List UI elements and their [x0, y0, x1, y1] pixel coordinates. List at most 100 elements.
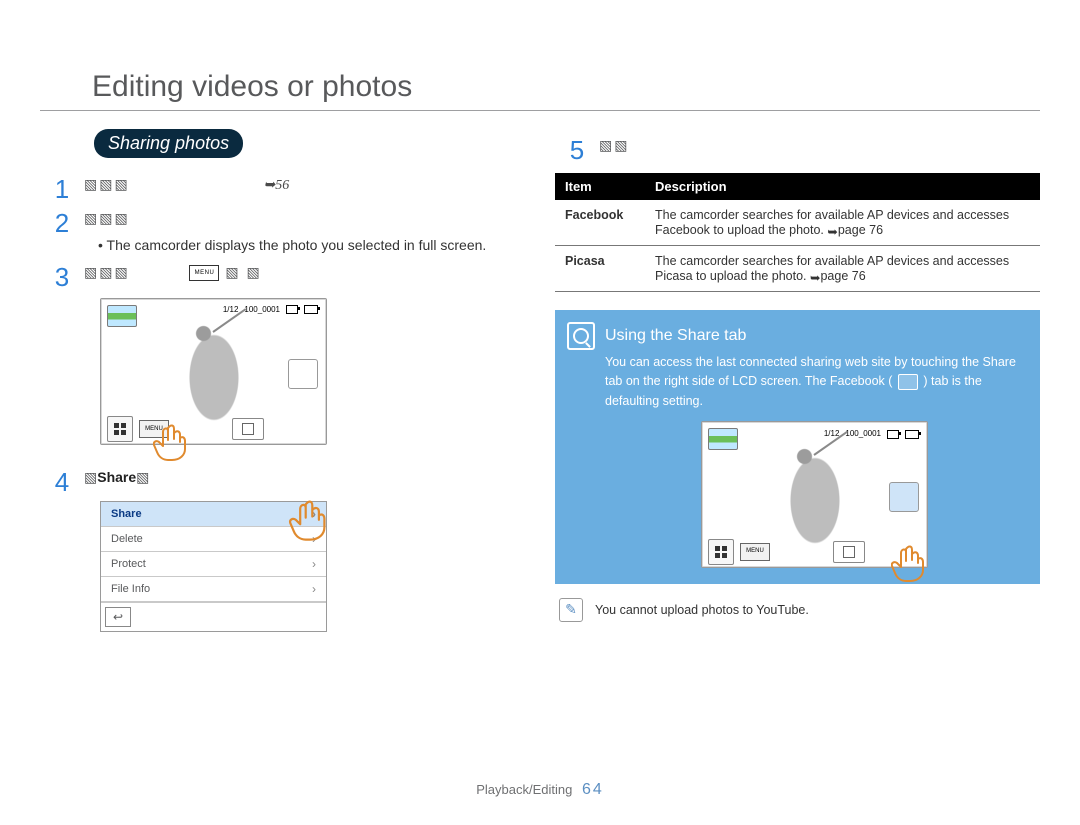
grid-icon: [715, 546, 727, 558]
section-pill: Sharing photos: [94, 129, 243, 158]
table-page-ref: page 76: [838, 223, 883, 237]
step-body: ▧▧▧ The camcorder displays the photo you…: [84, 208, 525, 256]
page-ref-num: 56: [275, 178, 289, 193]
right-column: 5 ▧▧ Item Description Facebook The: [555, 129, 1040, 632]
share-label: Share: [97, 469, 136, 485]
placeholder-text: ▧▧▧: [84, 264, 130, 280]
file-code: 100_0001: [845, 428, 881, 440]
menu-item-label: Protect: [111, 558, 146, 570]
camcorder-bottom-bar: MENU: [702, 537, 927, 567]
thumbnail-grid-button[interactable]: [107, 416, 133, 442]
placeholder-text: ▧: [136, 469, 149, 485]
step-number: 4: [40, 467, 84, 495]
step-number: 2: [40, 208, 84, 236]
chevron-right-icon: ›: [312, 557, 316, 571]
table-row: Facebook The camcorder searches for avai…: [555, 200, 1040, 246]
step-3: 3 ▧▧▧ MENU ▧ ▧: [40, 262, 525, 290]
menu-button[interactable]: MENU: [740, 543, 770, 561]
table-key: Picasa: [555, 246, 645, 292]
step-5: 5 ▧▧: [555, 135, 1040, 163]
info-box: Using the Share tab You can access the l…: [555, 310, 1040, 584]
camcorder-preview-2: 1/12 100_0001 MENU: [701, 421, 928, 568]
slideshow-button[interactable]: [833, 541, 865, 563]
footer-page-number: 64: [582, 781, 604, 798]
photo-counter: 1/12: [223, 305, 239, 314]
share-tab[interactable]: [889, 482, 919, 512]
page-title: Editing videos or photos: [92, 70, 1040, 104]
share-tab[interactable]: [288, 359, 318, 389]
menu-item-share[interactable]: Share ›: [101, 502, 326, 527]
menu-item-label: File Info: [111, 583, 150, 595]
share-destination-table: Item Description Facebook The camcorder …: [555, 173, 1040, 292]
thumbnail-grid-button[interactable]: [708, 539, 734, 565]
page-ref-arrow-icon: ➥: [263, 178, 275, 193]
camcorder-preview-1: 1/12 100_0001 MENU: [100, 298, 327, 445]
step-4: 4 ▧Share▧: [40, 467, 525, 495]
memory-card-icon: [887, 430, 899, 439]
chevron-right-icon: ›: [312, 582, 316, 596]
step-bullet: The camcorder displays the photo you sel…: [98, 235, 525, 256]
note-text: You cannot upload photos to YouTube.: [595, 603, 809, 617]
gallery-back-thumb-icon[interactable]: [107, 305, 137, 327]
note: ✎ You cannot upload photos to YouTube.: [559, 598, 1040, 622]
table-desc: The camcorder searches for available AP …: [645, 246, 1040, 292]
table-page-ref: page 76: [820, 269, 865, 283]
left-column: Sharing photos 1 ▧▧▧ ➥56 2 ▧▧▧ Th: [40, 129, 525, 632]
manual-page: Editing videos or photos Sharing photos …: [0, 0, 1080, 825]
slideshow-button[interactable]: [232, 418, 264, 440]
camcorder-bottom-bar: MENU: [101, 414, 326, 444]
memory-card-icon: [286, 305, 298, 314]
step-number: 5: [555, 135, 599, 163]
menu-item-protect[interactable]: Protect ›: [101, 552, 326, 577]
table-header-item: Item: [555, 173, 645, 200]
battery-icon: [304, 305, 318, 314]
menu-button-inline-icon: MENU: [189, 265, 219, 281]
step-body: ▧▧▧ ➥56: [84, 174, 525, 196]
step-number: 3: [40, 262, 84, 290]
step-number: 1: [40, 174, 84, 202]
magnifier-tip-icon: [567, 322, 595, 350]
title-rule: [40, 110, 1040, 111]
placeholder-text: ▧▧▧: [84, 176, 130, 192]
table-row: Picasa The camcorder searches for availa…: [555, 246, 1040, 292]
steps-left: 1 ▧▧▧ ➥56 2 ▧▧▧ The camcorder displays t…: [40, 174, 525, 632]
menu-item-label: Delete: [111, 533, 143, 545]
menu-item-delete[interactable]: Delete ›: [101, 527, 326, 552]
placeholder-text: ▧▧: [599, 137, 629, 153]
two-column-layout: Sharing photos 1 ▧▧▧ ➥56 2 ▧▧▧ Th: [40, 129, 1040, 632]
placeholder-text: ▧▧▧: [84, 210, 130, 226]
placeholder-text: ▧: [84, 469, 97, 485]
table-header-description: Description: [645, 173, 1040, 200]
grid-icon: [114, 423, 126, 435]
menu-list: Share › Delete › Protect › File Info ›: [100, 501, 327, 632]
placeholder-text: ▧ ▧: [225, 264, 261, 280]
table-desc: The camcorder searches for available AP …: [645, 200, 1040, 246]
step-body: ▧▧: [599, 135, 1040, 156]
battery-icon: [905, 430, 919, 439]
note-icon: ✎: [559, 598, 583, 622]
file-code: 100_0001: [244, 305, 280, 314]
step-body: ▧Share▧: [84, 467, 525, 488]
photo-silhouette: [780, 440, 850, 550]
table-key: Facebook: [555, 200, 645, 246]
page-ref-arrow-icon: ➥: [810, 270, 820, 285]
back-arrow-icon: ↩: [113, 610, 123, 624]
menu-button[interactable]: MENU: [139, 420, 169, 438]
page-ref: ➥56: [263, 178, 289, 193]
info-body: You can access the last connected sharin…: [605, 353, 1024, 411]
chevron-right-icon: ›: [312, 532, 316, 546]
facebook-tab-icon: [898, 374, 918, 390]
chevron-right-icon: ›: [312, 507, 316, 521]
photo-silhouette: [179, 317, 249, 427]
footer-section: Playback/Editing: [476, 782, 572, 797]
menu-item-file-info[interactable]: File Info ›: [101, 577, 326, 602]
info-title: Using the Share tab: [605, 324, 1024, 349]
page-ref-arrow-icon: ➥: [827, 224, 837, 239]
step-body: ▧▧▧ MENU ▧ ▧: [84, 262, 525, 283]
page-footer: Playback/Editing 64: [0, 781, 1080, 799]
menu-item-label: Share: [111, 508, 142, 520]
step-2: 2 ▧▧▧ The camcorder displays the photo y…: [40, 208, 525, 256]
step-1: 1 ▧▧▧ ➥56: [40, 174, 525, 202]
menu-back-button[interactable]: ↩: [105, 607, 131, 627]
gallery-back-thumb-icon[interactable]: [708, 428, 738, 450]
